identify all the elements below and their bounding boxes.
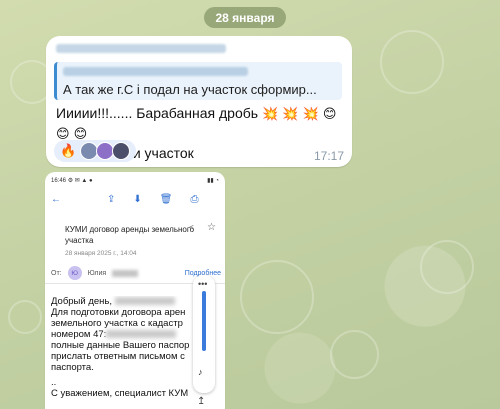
sender-avatar: Ю — [67, 266, 82, 280]
move-icon: ⇪ — [107, 193, 116, 205]
message-line-1: Иииии!!!...... Барабанная дробь — [56, 105, 259, 121]
quote-text: А так же г.С і подал на участок сформир.… — [63, 82, 317, 97]
date-separator: 28 января — [204, 7, 286, 28]
blurred-name — [114, 297, 175, 306]
phone-status-bar: 16:46 ⚙ ✉ ▲ ● ▮▮ ◔ — [45, 172, 225, 188]
tiktok-icon[interactable]: ♪ — [198, 367, 203, 377]
mail-toolbar: ← ⇪ ⬇ 🗑 ⎙ — [45, 188, 225, 210]
floating-side-panel[interactable]: ••• ♪ — [193, 275, 215, 393]
mail-date: 28 января 2025 г., 14:04 — [65, 250, 137, 257]
scroll-bar[interactable] — [202, 291, 206, 351]
download-icon: ⬇ — [133, 193, 142, 205]
scroll-up-icon[interactable]: ↥ — [197, 396, 205, 407]
status-time: 16:46 — [51, 177, 67, 184]
sender-name: Юлия — [87, 269, 107, 277]
forward-header-blurred — [56, 44, 226, 53]
save-icon: ⎙ — [190, 193, 199, 205]
body-line-4: номером 47: — [51, 329, 107, 340]
star-icon: ☆ — [207, 222, 216, 233]
back-arrow-icon: ← — [51, 193, 61, 205]
from-label: От: — [51, 269, 62, 277]
reactions[interactable]: 🔥 — [54, 140, 137, 162]
body-line-1: Добрый день, — [51, 296, 112, 307]
message-time: 17:17 — [313, 149, 344, 163]
fire-reaction-icon[interactable]: 🔥 — [60, 144, 76, 159]
status-battery: ▮▮ ◔ — [207, 177, 219, 184]
blurred-cadastral — [106, 330, 177, 339]
reply-quote[interactable]: А так же г.С і подал на участок сформир.… — [54, 62, 342, 100]
message-bubble[interactable]: А так же г.С і подал на участок сформир.… — [46, 36, 352, 167]
reactor-avatar-3 — [112, 142, 131, 160]
trash-icon: 🗑 — [159, 193, 173, 205]
mail-subject: КУМИ договор аренды земельного участка — [65, 225, 195, 245]
more-dots-icon[interactable]: ••• — [198, 279, 207, 289]
share-icon: < — [189, 223, 194, 232]
sender-surname-blurred — [112, 269, 139, 277]
status-icons: ⚙ ✉ ▲ ● — [67, 177, 93, 184]
quote-author-blurred — [63, 67, 248, 76]
